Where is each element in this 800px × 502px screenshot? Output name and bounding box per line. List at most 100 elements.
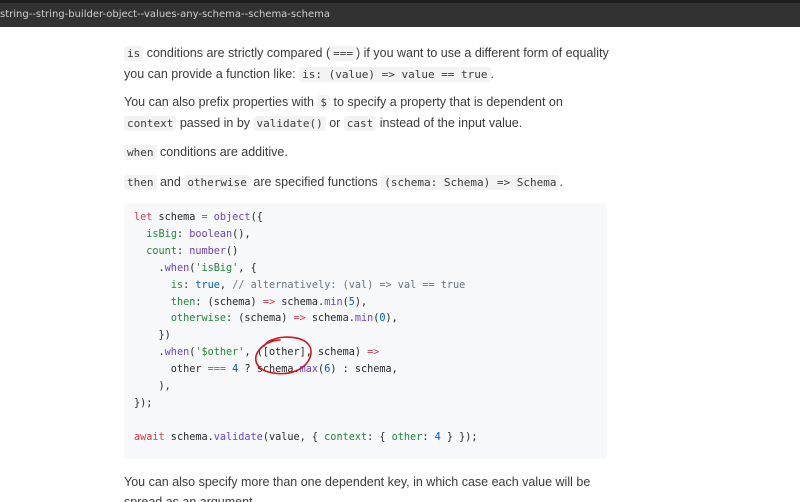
paragraph-text: You can also prefix properties with (124, 95, 318, 109)
code-token: }) (134, 330, 171, 342)
code-token: when (164, 262, 190, 274)
code-token: min (324, 296, 343, 308)
code-token: otherwise (170, 313, 227, 325)
code-token: , (219, 279, 233, 291)
code-token: (), (232, 228, 251, 240)
code-token: then (170, 296, 196, 308)
inline-code: then (124, 175, 157, 190)
code-token: schema (152, 212, 202, 223)
code-token: count (146, 245, 177, 257)
code-line-6: then: (schema) => schema.min(5), (134, 297, 367, 308)
inline-code: === (330, 46, 357, 61)
code-line-3: count: number() (134, 246, 238, 257)
code-token: ? schema. (238, 364, 300, 376)
code-token: schema. (305, 313, 355, 325)
code-token: max (299, 364, 319, 376)
paragraph-text: You can also specify more than one depen… (124, 475, 591, 502)
code-lines: let schema = object({ isBig: boolean () , … (134, 210, 478, 447)
code-token: schema. (164, 431, 214, 443)
url-text: string--string-builder-object--values-an… (0, 9, 330, 20)
code-token: validate (213, 431, 263, 443)
code-token: ) : schema, (330, 364, 398, 376)
inline-code: when (124, 145, 157, 160)
code-token: => (367, 347, 380, 359)
code-token: is (170, 279, 184, 291)
paragraph-when-additive: when conditions are additive. (124, 142, 610, 163)
code-token: : (schema) (195, 296, 263, 308)
code-line-8: }) (134, 330, 171, 341)
code-token: . (134, 262, 165, 274)
code-token: object (213, 212, 251, 223)
code-token: when (164, 347, 190, 359)
code-line-7: otherwise: (schema) => schema.min(0), (134, 313, 398, 324)
paragraph-is-conditions: is conditions are strictly compared (===… (124, 43, 610, 85)
code-line-1: let schema = object({ (134, 212, 263, 223)
code-token: isBig (146, 228, 177, 240)
code-token: await (134, 431, 165, 443)
code-line-12: }); (134, 398, 152, 409)
paragraph-text: conditions are strictly compared ( (143, 46, 331, 60)
inline-code: cast (343, 116, 377, 131)
inline-code: is (124, 46, 144, 61)
code-token: : (183, 279, 196, 291)
code-token: ), (134, 381, 171, 393)
code-token: => (262, 296, 276, 308)
code-token: true (195, 279, 220, 291)
paragraph-text: to specify a property that is dependent … (330, 95, 563, 109)
paragraph-text: . (490, 67, 495, 81)
code-block: let schema = object({ isBig: boolean () , … (124, 203, 607, 459)
code-token: number (189, 245, 227, 257)
browser-address-bar: string--string-builder-object--values-an… (0, 0, 800, 27)
code-token: }); (134, 397, 153, 409)
inline-code: (schema: Schema) => Schema (381, 175, 560, 190)
paragraph-multiple-keys: You can also specify more than one depen… (124, 472, 610, 502)
code-token: ), (385, 313, 398, 325)
code-token: ), (354, 296, 368, 308)
code-token: ({ (250, 212, 263, 223)
code-line-10: other === 4 ? schema.max(6) : schema, (134, 364, 398, 375)
code-token: () (226, 245, 239, 257)
code-line-11: ), (134, 381, 171, 392)
code-line-5: is: true, // alternatively: (val) => val… (134, 280, 465, 291)
code-token: . (134, 347, 165, 359)
code-token: boolean (189, 228, 233, 240)
inline-code: $ (317, 95, 331, 110)
code-token: : (422, 431, 435, 443)
code-token: : { (367, 431, 392, 443)
code-token: let (134, 212, 153, 223)
code-token: '$other' (195, 347, 245, 359)
inline-code: context (124, 116, 177, 131)
code-line-4: .when('isBig', { (134, 263, 257, 274)
code-token: other (391, 431, 423, 443)
code-token: , { (238, 262, 257, 274)
code-token: : (176, 245, 190, 257)
inline-code: is: (value) => value == true (299, 67, 491, 82)
code-token: (value, { (262, 431, 325, 443)
code-comment: // alternatively: (val) => val == true (232, 279, 466, 291)
code-token: schema. (275, 296, 325, 308)
paragraph-text: and (156, 175, 185, 189)
code-token: , ([other], schema) (244, 347, 368, 359)
paragraph-prefix-properties: You can also prefix properties with $ to… (124, 92, 610, 134)
paragraph-then-otherwise: then and otherwise are specified functio… (124, 172, 610, 193)
paragraph-text: are specified functions (249, 175, 382, 189)
code-token: context (324, 431, 368, 443)
inline-code: otherwise (184, 175, 250, 190)
code-token: : (schema) (226, 313, 294, 325)
code-token: 'isBig' (195, 262, 239, 274)
code-line-14: await schema.validate(value, { context: … (134, 432, 478, 443)
paragraph-text: or (325, 116, 344, 130)
code-token: min (354, 313, 374, 325)
code-line-2: isBig: boolean(), (134, 228, 251, 240)
code-token: => (293, 313, 306, 325)
inline-code: validate() (253, 116, 326, 131)
code-token: === (207, 364, 227, 376)
paragraph-text: conditions are additive. (156, 145, 288, 159)
paragraph-text: instead of the input value. (376, 116, 523, 130)
paragraph-text: . (559, 175, 563, 189)
code-line-9: .when('$other', ([other], schema) => (134, 347, 380, 359)
